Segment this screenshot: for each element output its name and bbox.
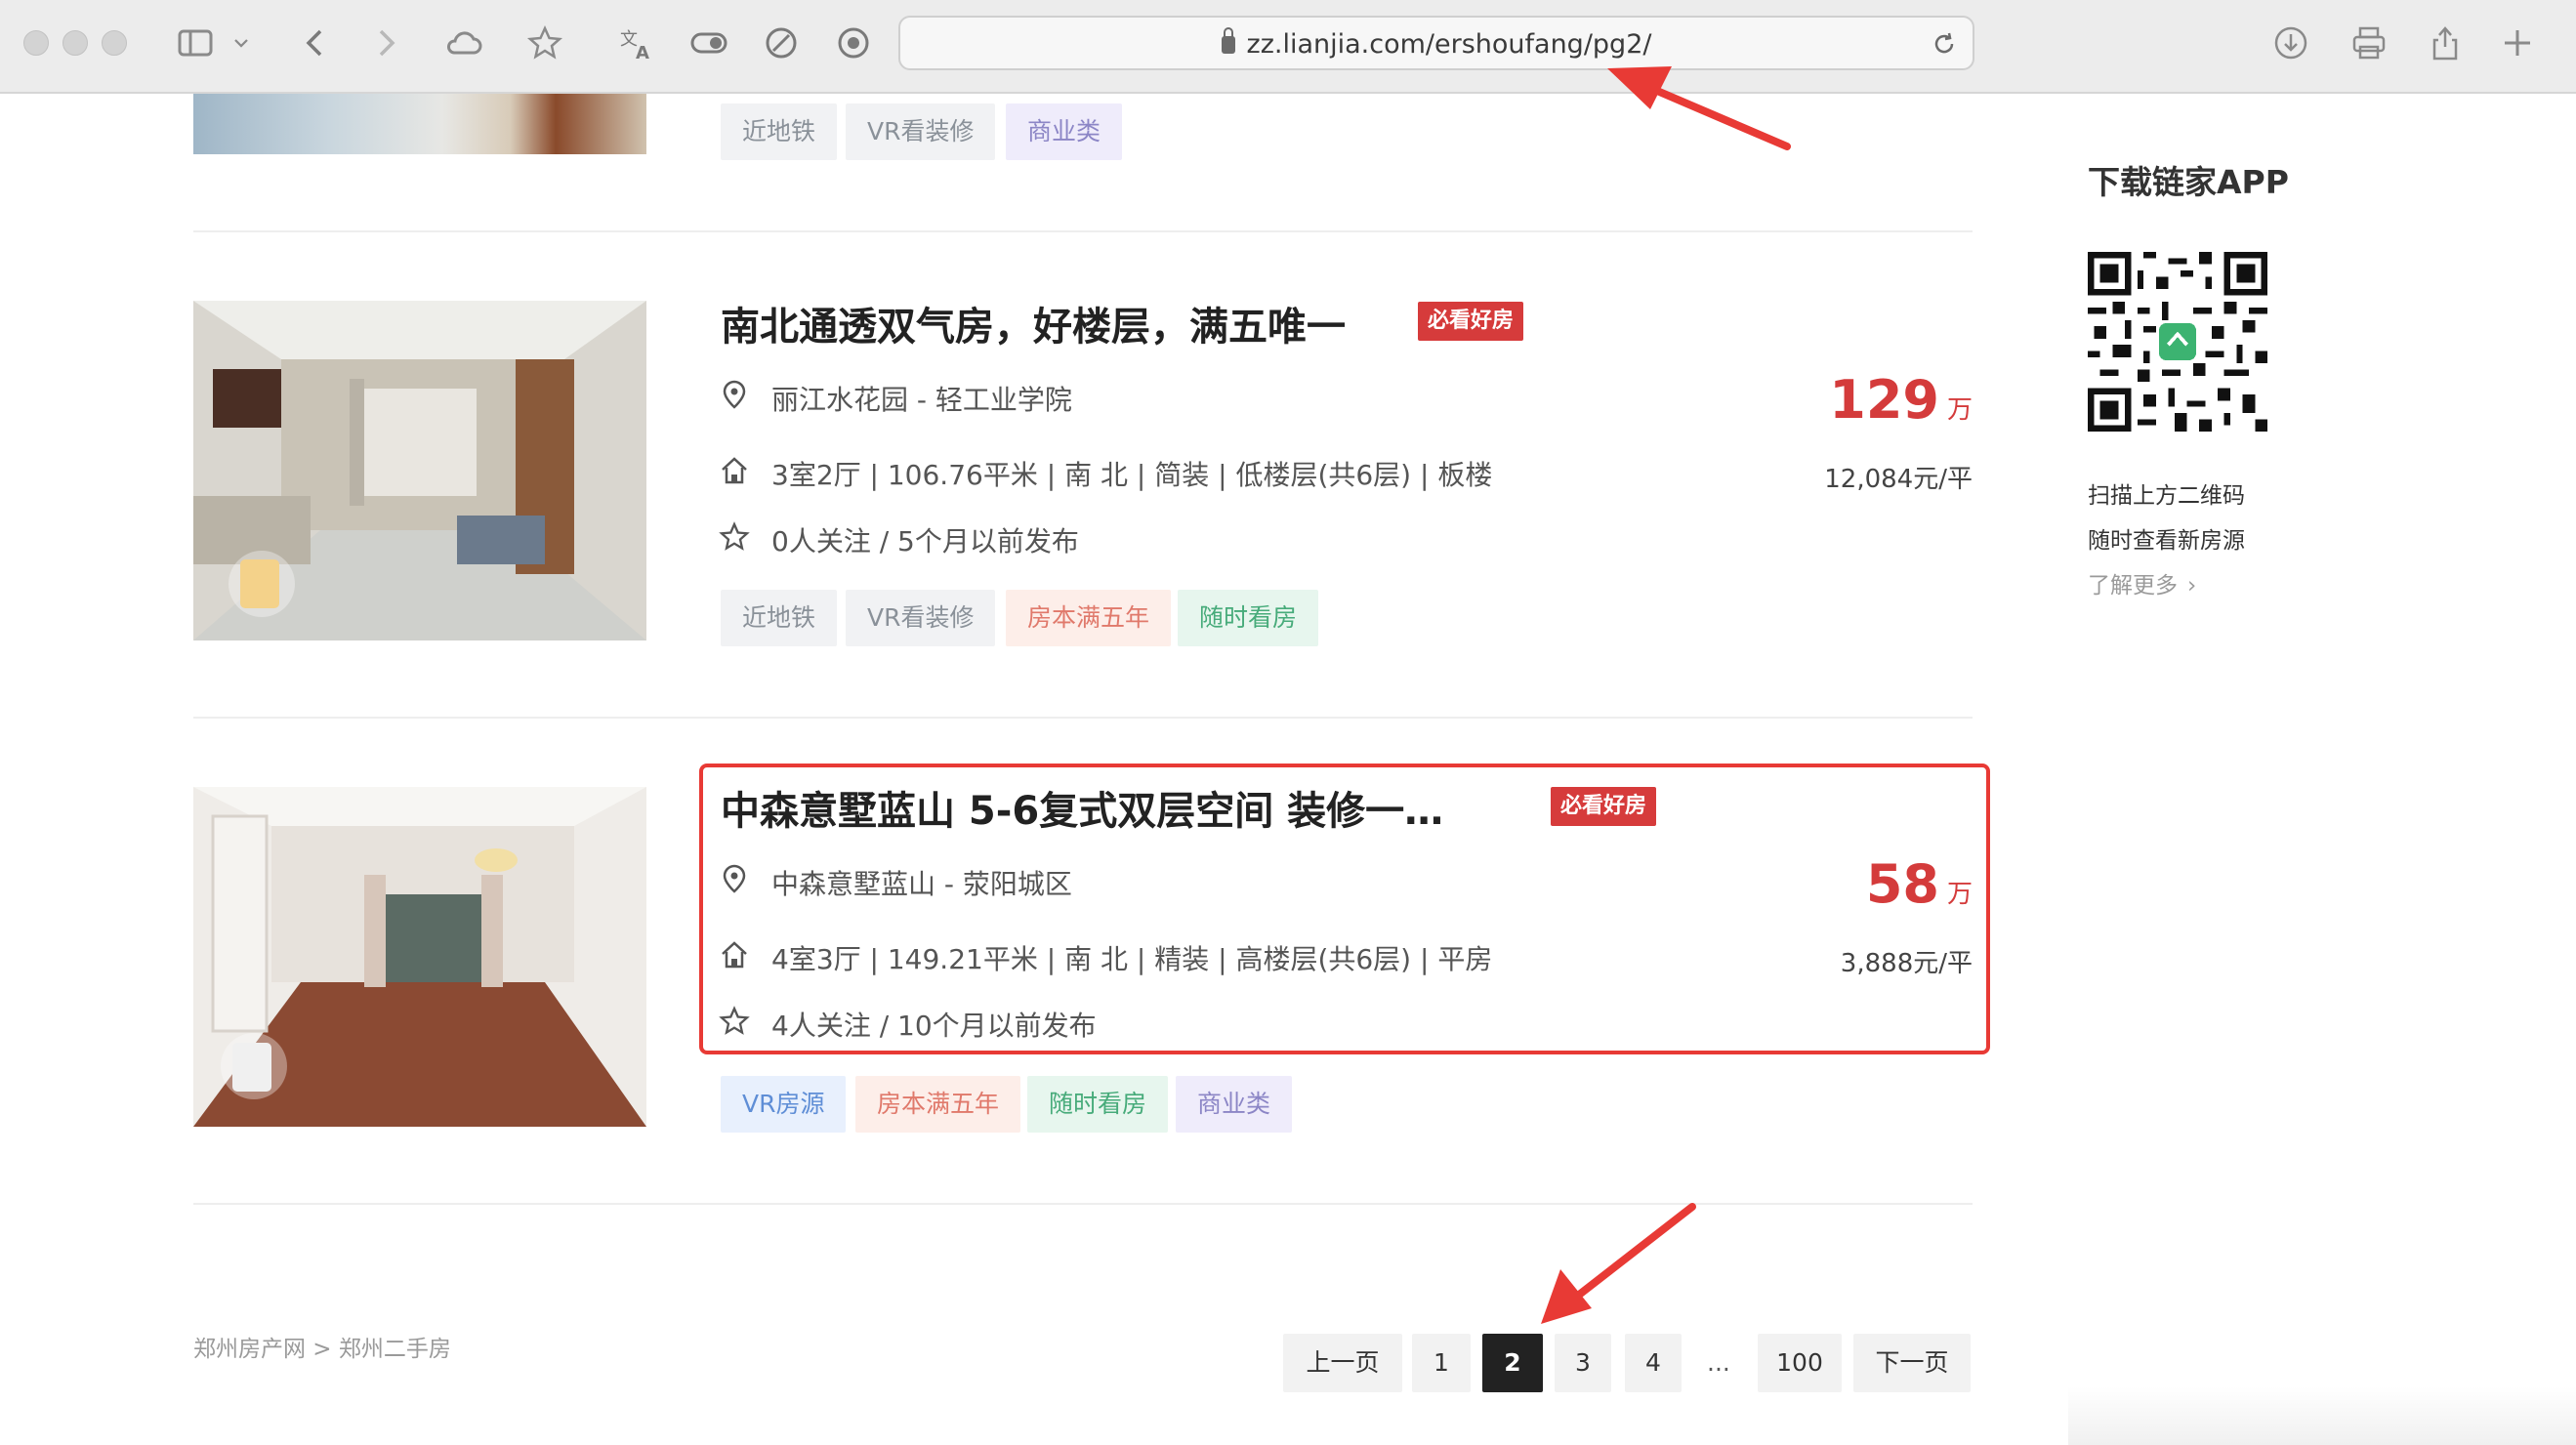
page-button-last[interactable]: 100 <box>1758 1334 1842 1392</box>
pagination-ellipsis: ... <box>1707 1348 1730 1377</box>
star-icon <box>719 521 750 551</box>
listing-photo[interactable] <box>193 301 646 640</box>
minimize-window-button[interactable] <box>62 30 88 56</box>
back-icon[interactable] <box>293 20 340 66</box>
page-button-1[interactable]: 1 <box>1412 1334 1471 1392</box>
house-icon <box>722 457 747 484</box>
forward-icon[interactable] <box>361 20 408 66</box>
tag: 近地铁 <box>721 103 838 160</box>
total-price: 129 万 <box>1829 369 1973 431</box>
tag: 商业类 <box>1176 1076 1293 1133</box>
learn-more-link[interactable]: 了解更多 › <box>2088 566 2196 599</box>
chevron-right-icon: › <box>2187 573 2197 599</box>
divider <box>193 1203 1973 1205</box>
sidebar-line: 扫描上方二维码 <box>2088 483 2245 509</box>
toggle-icon[interactable] <box>686 20 732 66</box>
tag: 房本满五年 <box>1006 590 1172 646</box>
listing-followers: 0人关注 / 5个月以前发布 <box>771 525 1079 557</box>
tag: 随时看房 <box>1178 590 1319 646</box>
page-button-3[interactable]: 3 <box>1555 1334 1611 1392</box>
tag: VR看装修 <box>846 103 996 160</box>
reload-icon[interactable] <box>1930 29 1959 59</box>
close-window-button[interactable] <box>23 30 49 56</box>
annotation-arrows <box>1541 66 1791 1324</box>
next-page-button[interactable]: 下一页 <box>1853 1334 1971 1392</box>
breadcrumb[interactable]: 郑州房产网 > 郑州二手房 <box>193 1330 451 1363</box>
compass-icon[interactable] <box>758 20 805 66</box>
share-icon[interactable] <box>2422 20 2469 66</box>
download-icon[interactable] <box>2267 20 2314 66</box>
sidebar-line: 随时查看新房源 <box>2088 528 2245 554</box>
star-bookmark-icon[interactable] <box>521 20 568 66</box>
new-tab-icon[interactable] <box>2494 20 2541 66</box>
record-icon[interactable] <box>830 20 877 66</box>
cloud-icon[interactable] <box>439 20 486 66</box>
listing-photo[interactable] <box>193 787 646 1127</box>
tag: VR房源 <box>721 1076 847 1133</box>
divider <box>193 717 1973 719</box>
listing-details: 3室2厅 | 106.76平米 | 南 北 | 简装 | 低楼层(共6层) | … <box>771 459 1493 491</box>
qr-code <box>2088 252 2267 432</box>
sidebar-title: 下载链家APP <box>2088 163 2289 201</box>
chevron-down-icon[interactable] <box>227 20 256 66</box>
tag: 商业类 <box>1006 103 1123 160</box>
page-button-4[interactable]: 4 <box>1625 1334 1682 1392</box>
listing-photo[interactable] <box>193 94 646 154</box>
listing-location[interactable]: 丽江水花园 - 轻工业学院 <box>771 379 1072 418</box>
divider <box>193 230 1973 232</box>
arrow-to-page-2 <box>1541 1203 1696 1324</box>
listing-title[interactable]: 南北通透双气房，好楼层，满五唯一 <box>721 295 1346 351</box>
bottom-shadow <box>2068 1386 2576 1445</box>
annotation-highlight-box <box>699 764 1990 1054</box>
url-text: zz.lianjia.com/ershoufang/pg2/ <box>1246 29 1652 60</box>
print-icon[interactable] <box>2346 20 2392 66</box>
page-button-2-current[interactable]: 2 <box>1482 1334 1543 1392</box>
browser-toolbar: 文A zz.lianjia.com/ershoufang/pg2/ <box>0 0 2576 94</box>
prev-page-button[interactable]: 上一页 <box>1283 1334 1402 1392</box>
sidebar-toggle-icon[interactable] <box>172 20 219 66</box>
svg-text:A: A <box>636 43 649 62</box>
tag: VR看装修 <box>846 590 996 646</box>
unit-price: 12,084元/平 <box>1824 465 1973 494</box>
address-bar[interactable]: zz.lianjia.com/ershoufang/pg2/ <box>898 16 1974 70</box>
tag: 房本满五年 <box>855 1076 1021 1133</box>
location-pin-icon <box>723 380 746 409</box>
zoom-window-button[interactable] <box>102 30 127 56</box>
tag: 近地铁 <box>721 590 838 646</box>
must-see-badge: 必看好房 <box>1418 302 1524 341</box>
lock-icon <box>1221 27 1235 54</box>
tag: 随时看房 <box>1027 1076 1169 1133</box>
translate-icon[interactable]: 文A <box>613 20 660 66</box>
